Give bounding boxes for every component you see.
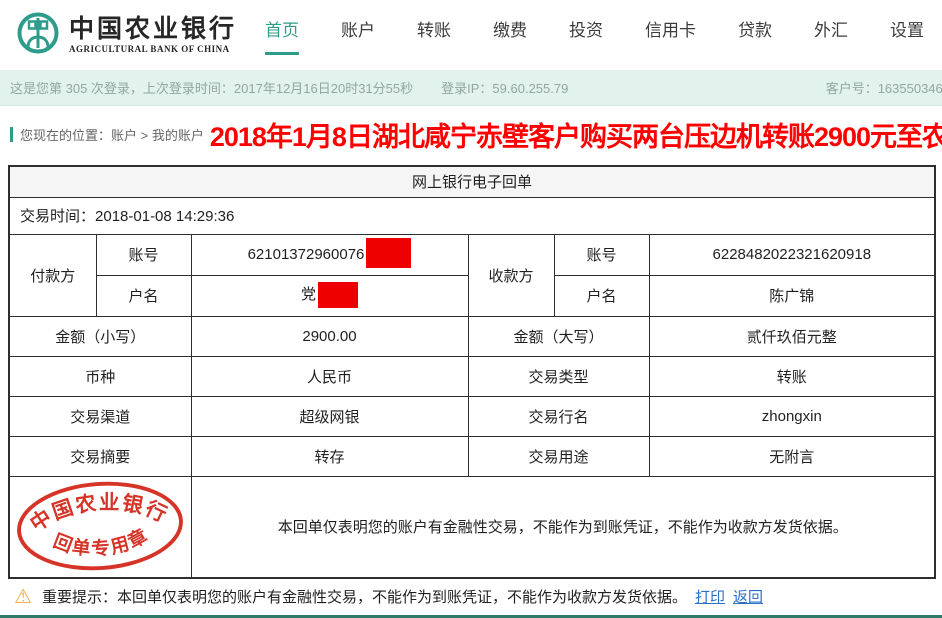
amount-words-label: 金额（大写） <box>468 316 649 356</box>
important-notice-text: 重要提示：本回单仅表明您的账户有金融性交易，不能作为到账凭证，不能作为收款方发货… <box>42 586 687 607</box>
nav-item-forex[interactable]: 外汇 <box>814 16 848 55</box>
currency-value: 人民币 <box>191 356 468 396</box>
amount-figures-value: 2900.00 <box>191 316 468 356</box>
stamp-arc-bottom-text: 回单专用章 <box>49 523 153 562</box>
nav-item-payments[interactable]: 缴费 <box>493 16 527 55</box>
login-info-bar: 这是您第 305 次登录，上次登录时间：2017年12月16日20时31分55秒… <box>0 70 942 106</box>
nav-item-accounts[interactable]: 账户 <box>341 16 375 55</box>
bank-name-cn: 中国农业银行 <box>69 16 237 44</box>
payer-account-label: 账号 <box>96 234 191 275</box>
nav-item-invest[interactable]: 投资 <box>569 16 603 55</box>
customer-number-text: 客户号：1635503462 <box>826 78 942 97</box>
breadcrumb-prefix: 您现在的位置： <box>20 128 111 143</box>
payee-name-label: 户名 <box>554 275 649 316</box>
payee-name-value: 陈广锦 <box>649 275 935 316</box>
breadcrumb: 您现在的位置：账户 > 我的账户 <box>20 125 204 144</box>
payer-account-value: 62101372960076 <box>191 234 468 275</box>
login-ip-text: 登录IP：59.60.255.79 <box>441 78 568 97</box>
transaction-type-label: 交易类型 <box>468 356 649 396</box>
amount-figures-label: 金额（小写） <box>9 316 191 356</box>
print-link[interactable]: 打印 <box>695 586 725 607</box>
warning-triangle-icon: ⚠ <box>14 587 32 607</box>
payee-account-label: 账号 <box>554 234 649 275</box>
channel-label: 交易渠道 <box>9 396 191 436</box>
transaction-time: 交易时间：2018-01-08 14:29:36 <box>9 197 935 234</box>
payer-name-text: 党 <box>301 286 316 303</box>
back-link[interactable]: 返回 <box>733 586 763 607</box>
summary-value: 转存 <box>191 436 468 476</box>
transaction-time-value: 2018-01-08 14:29:36 <box>95 208 234 225</box>
receipt-title: 网上银行电子回单 <box>9 166 935 197</box>
nav-item-settings[interactable]: 设置 <box>890 16 924 55</box>
bank-logo[interactable]: 中国农业银行 AGRICULTURAL BANK OF CHINA <box>16 11 237 60</box>
bank-name-value: zhongxin <box>649 396 935 436</box>
nav-item-home[interactable]: 首页 <box>265 16 299 55</box>
payer-name-value: 党 <box>191 275 468 316</box>
transaction-time-label: 交易时间： <box>20 208 95 225</box>
bank-stamp-cell: 中国农业银行 回单专用章 <box>9 476 191 578</box>
header: 中国农业银行 AGRICULTURAL BANK OF CHINA 首页 账户 … <box>0 0 942 70</box>
receipt-container: 网上银行电子回单 交易时间：2018-01-08 14:29:36 付款方 账号… <box>8 165 934 579</box>
login-count-text: 这是您第 305 次登录，上次登录时间：2017年12月16日20时31分55秒 <box>10 78 413 97</box>
payer-name-label: 户名 <box>96 275 191 316</box>
svg-text:回单专用章: 回单专用章 <box>49 523 153 562</box>
redaction-block <box>318 282 358 308</box>
bank-name-label: 交易行名 <box>468 396 649 436</box>
redaction-block <box>366 238 411 268</box>
transaction-type-value: 转账 <box>649 356 935 396</box>
breadcrumb-path: 账户 > 我的账户 <box>111 128 204 143</box>
currency-label: 币种 <box>9 356 191 396</box>
nav-item-loans[interactable]: 贷款 <box>738 16 772 55</box>
channel-value: 超级网银 <box>191 396 468 436</box>
breadcrumb-marker-bar <box>10 127 13 142</box>
amount-words-value: 贰仟玖佰元整 <box>649 316 935 356</box>
payee-account-value: 6228482022321620918 <box>649 234 935 275</box>
e-receipt-table: 网上银行电子回单 交易时间：2018-01-08 14:29:36 付款方 账号… <box>8 165 936 579</box>
bottom-divider-bar <box>0 615 942 618</box>
receipt-disclaimer-note: 本回单仅表明您的账户有金融性交易，不能作为到账凭证，不能作为收款方发货依据。 <box>191 476 935 578</box>
purpose-label: 交易用途 <box>468 436 649 476</box>
nav-item-transfer[interactable]: 转账 <box>417 16 451 55</box>
breadcrumb-row: 您现在的位置：账户 > 我的账户 2018年1月8日湖北咸宁赤壁客户购买两台压边… <box>0 106 942 163</box>
bank-name: 中国农业银行 AGRICULTURAL BANK OF CHINA <box>69 16 237 54</box>
payer-section-label: 付款方 <box>9 234 96 316</box>
red-notice-title: 2018年1月8日湖北咸宁赤壁客户购买两台压边机转账2900元至农行账户 <box>210 115 942 154</box>
nav-item-creditcard[interactable]: 信用卡 <box>645 16 696 55</box>
footer-links: 打印 返回 <box>695 586 763 607</box>
payer-account-number: 62101372960076 <box>248 245 365 262</box>
main-nav: 首页 账户 转账 缴费 投资 信用卡 贷款 外汇 设置 <box>265 16 924 55</box>
summary-label: 交易摘要 <box>9 436 191 476</box>
abc-wheat-emblem-icon <box>16 11 60 60</box>
payee-section-label: 收款方 <box>468 234 554 316</box>
bank-name-en: AGRICULTURAL BANK OF CHINA <box>69 44 237 54</box>
footer-warning-row: ⚠ 重要提示：本回单仅表明您的账户有金融性交易，不能作为到账凭证，不能作为收款方… <box>0 579 942 615</box>
purpose-value: 无附言 <box>649 436 935 476</box>
receipt-stamp-icon: 中国农业银行 回单专用章 <box>11 473 189 579</box>
